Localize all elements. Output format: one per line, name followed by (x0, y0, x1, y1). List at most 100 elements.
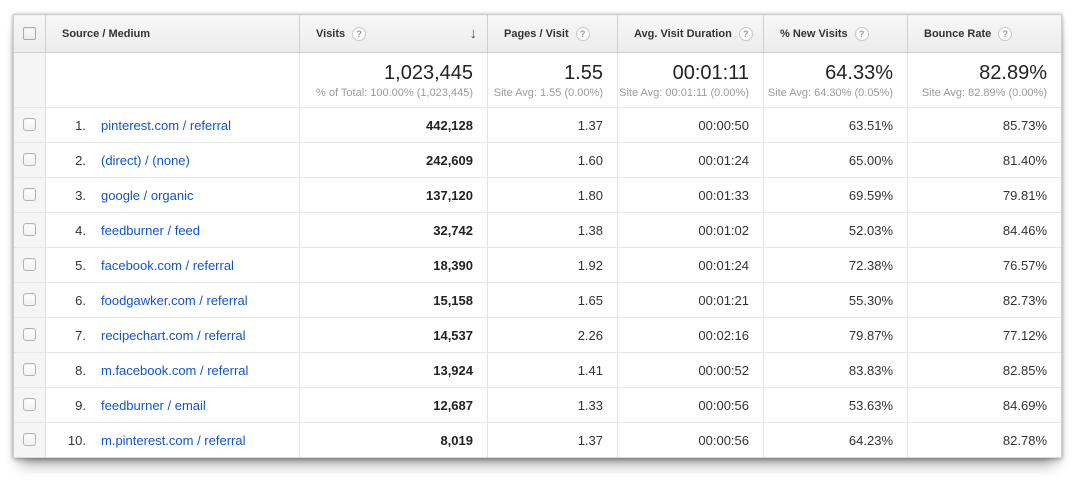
help-icon[interactable]: ? (855, 27, 869, 41)
pages-per-visit-value: 2.26 (488, 318, 618, 353)
visits-value: 137,120 (300, 178, 488, 213)
bounce-rate-value: 81.40% (908, 143, 1062, 178)
row-rank: 10. (56, 433, 86, 448)
row-checkbox[interactable] (23, 293, 36, 306)
source-medium-link[interactable]: pinterest.com / referral (101, 118, 231, 133)
totals-bounce-rate: 82.89% Site Avg: 82.89% (0.00%) (908, 53, 1062, 108)
pct-new-visits-value: 83.83% (764, 353, 908, 388)
row-checkbox[interactable] (23, 363, 36, 376)
checkbox-cell (14, 318, 46, 353)
help-icon[interactable]: ? (576, 27, 590, 41)
select-all-cell (14, 15, 46, 53)
source-medium-link[interactable]: feedburner / feed (101, 223, 200, 238)
table-row: 1.pinterest.com / referral 442,128 1.37 … (14, 108, 1062, 143)
table-row: 3.google / organic 137,120 1.80 00:01:33… (14, 178, 1062, 213)
row-checkbox[interactable] (23, 328, 36, 341)
table-row: 2.(direct) / (none) 242,609 1.60 00:01:2… (14, 143, 1062, 178)
bounce-rate-value: 82.78% (908, 423, 1062, 458)
row-checkbox[interactable] (23, 258, 36, 271)
pages-per-visit-value: 1.92 (488, 248, 618, 283)
visits-value: 14,537 (300, 318, 488, 353)
totals-value: 1.55 (488, 61, 603, 85)
source-medium-link[interactable]: m.facebook.com / referral (101, 363, 248, 378)
row-checkbox[interactable] (23, 433, 36, 446)
pct-new-visits-value: 69.59% (764, 178, 908, 213)
pages-per-visit-value: 1.41 (488, 353, 618, 388)
checkbox-cell (14, 143, 46, 178)
table-row: 6.foodgawker.com / referral 15,158 1.65 … (14, 283, 1062, 318)
column-header-pages-per-visit[interactable]: Pages / Visit ? (488, 15, 618, 53)
source-medium-link[interactable]: facebook.com / referral (101, 258, 234, 273)
column-header-source-medium[interactable]: Source / Medium (46, 15, 300, 53)
checkbox-cell (14, 353, 46, 388)
avg-visit-duration-value: 00:00:56 (618, 388, 764, 423)
checkbox-cell (14, 283, 46, 318)
row-checkbox[interactable] (23, 188, 36, 201)
row-checkbox[interactable] (23, 153, 36, 166)
source-medium-link[interactable]: recipechart.com / referral (101, 328, 246, 343)
row-rank: 4. (56, 223, 86, 238)
pct-new-visits-value: 63.51% (764, 108, 908, 143)
pct-new-visits-value: 64.23% (764, 423, 908, 458)
pages-per-visit-value: 1.38 (488, 213, 618, 248)
checkbox-cell (14, 388, 46, 423)
table-row: 9.feedburner / email 12,687 1.33 00:00:5… (14, 388, 1062, 423)
checkbox-cell (14, 248, 46, 283)
pct-new-visits-value: 65.00% (764, 143, 908, 178)
bounce-rate-value: 79.81% (908, 178, 1062, 213)
totals-avg-visit-duration: 00:01:11 Site Avg: 00:01:11 (0.00%) (618, 53, 764, 108)
column-label: Visits (316, 28, 345, 40)
bounce-rate-value: 77.12% (908, 318, 1062, 353)
avg-visit-duration-value: 00:01:02 (618, 213, 764, 248)
totals-value: 82.89% (908, 61, 1047, 85)
row-rank: 5. (56, 258, 86, 273)
bounce-rate-value: 85.73% (908, 108, 1062, 143)
source-medium-link[interactable]: foodgawker.com / referral (101, 293, 248, 308)
column-header-visits[interactable]: Visits ? ↓ (300, 15, 488, 53)
table-row: 8.m.facebook.com / referral 13,924 1.41 … (14, 353, 1062, 388)
visits-value: 15,158 (300, 283, 488, 318)
source-medium-link[interactable]: (direct) / (none) (101, 153, 190, 168)
table-row: 4. feedburner / feed 32,742 1.38 00:01:02… (14, 213, 1062, 248)
pct-new-visits-value: 79.87% (764, 318, 908, 353)
help-icon[interactable]: ? (352, 27, 366, 41)
column-header-bounce-rate[interactable]: Bounce Rate ? (908, 15, 1062, 53)
column-label: % New Visits (780, 28, 848, 40)
help-icon[interactable]: ? (998, 27, 1012, 41)
totals-visits-subtext: % of Total: 100.00% (1,023,445) (300, 87, 473, 99)
pages-per-visit-value: 1.65 (488, 283, 618, 318)
visits-value: 32,742 (300, 213, 488, 248)
totals-visits: 1,023,445 % of Total: 100.00% (1,023,445… (300, 53, 488, 108)
select-all-checkbox[interactable] (23, 27, 36, 40)
row-rank: 9. (56, 398, 86, 413)
totals-subtext: Site Avg: 00:01:11 (0.00%) (618, 87, 749, 99)
help-icon[interactable]: ? (739, 27, 753, 41)
column-header-pct-new-visits[interactable]: % New Visits ? (764, 15, 908, 53)
visits-value: 18,390 (300, 248, 488, 283)
row-rank: 2. (56, 153, 86, 168)
source-medium-link[interactable]: feedburner / email (101, 398, 206, 413)
source-medium-link[interactable]: google / organic (101, 188, 194, 203)
pages-per-visit-value: 1.37 (488, 423, 618, 458)
checkbox-cell (14, 213, 46, 248)
row-rank: 1. (56, 118, 86, 133)
pages-per-visit-value: 1.80 (488, 178, 618, 213)
pages-per-visit-value: 1.33 (488, 388, 618, 423)
bounce-rate-value: 82.73% (908, 283, 1062, 318)
row-checkbox[interactable] (23, 118, 36, 131)
sort-descending-icon[interactable]: ↓ (470, 26, 478, 41)
totals-pages-per-visit: 1.55 Site Avg: 1.55 (0.00%) (488, 53, 618, 108)
totals-subtext: Site Avg: 1.55 (0.00%) (488, 87, 603, 99)
source-medium-link[interactable]: m.pinterest.com / referral (101, 433, 246, 448)
row-checkbox[interactable] (23, 398, 36, 411)
visits-value: 8,019 (300, 423, 488, 458)
column-header-avg-visit-duration[interactable]: Avg. Visit Duration ? (618, 15, 764, 53)
checkbox-cell (14, 423, 46, 458)
table-row: 7.recipechart.com / referral 14,537 2.26… (14, 318, 1062, 353)
visits-value: 442,128 (300, 108, 488, 143)
avg-visit-duration-value: 00:00:56 (618, 423, 764, 458)
avg-visit-duration-value: 00:02:16 (618, 318, 764, 353)
row-checkbox[interactable] (23, 223, 36, 236)
visits-value: 13,924 (300, 353, 488, 388)
totals-row: 1,023,445 % of Total: 100.00% (1,023,445… (14, 53, 1062, 108)
